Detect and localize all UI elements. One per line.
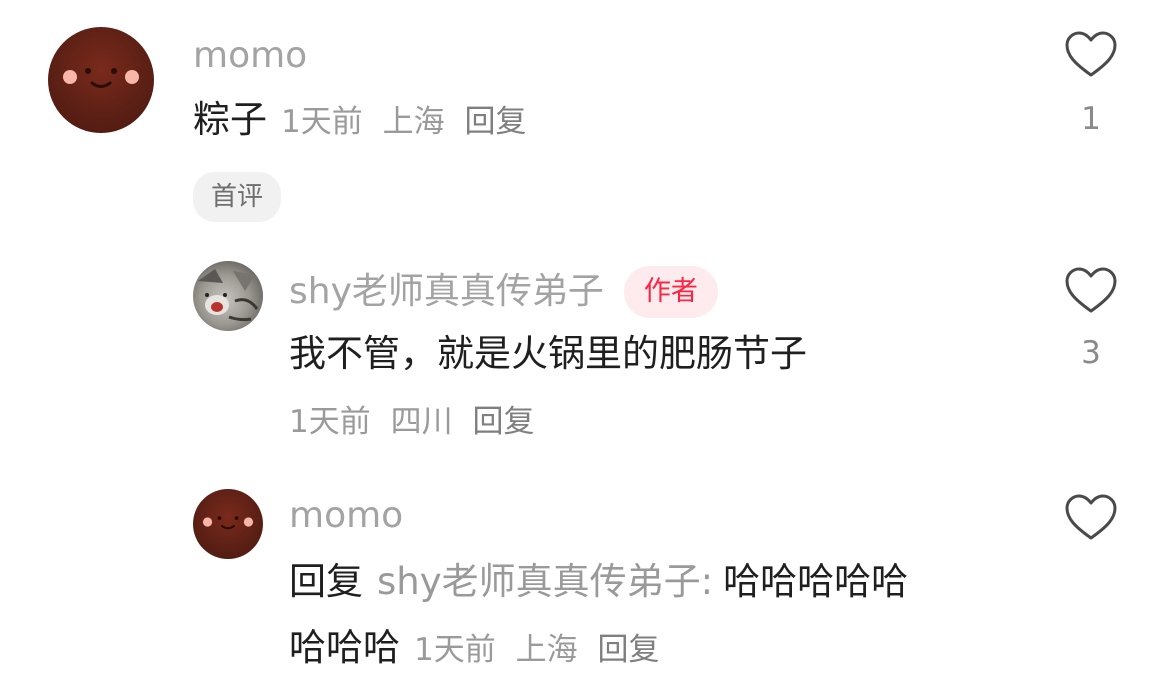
heart-outline-icon bbox=[1065, 267, 1117, 313]
comment-text-line: 哈哈哈 1天前 上海 回复 bbox=[289, 625, 659, 671]
cat-photo-icon bbox=[198, 269, 259, 322]
heart-outline-icon bbox=[1065, 31, 1117, 77]
like-count: 1 bbox=[1081, 101, 1101, 137]
reply-item: shy老师真真传弟子 作者 我不管，就是火锅里的肥肠节子 1天前 四川 回复 3 bbox=[0, 240, 1170, 455]
reply-prefix: 回复 bbox=[289, 560, 363, 603]
username-row: shy老师真真传弟子 作者 bbox=[289, 266, 718, 318]
comment-time: 1天前 bbox=[281, 104, 363, 140]
author-badge: 作者 bbox=[623, 266, 718, 318]
comment-text: 哈哈哈哈哈 bbox=[723, 560, 909, 603]
heart-outline-icon bbox=[1065, 494, 1117, 540]
comment-text: 我不管，就是火锅里的肥肠节子 bbox=[289, 332, 807, 375]
avatar[interactable] bbox=[48, 27, 154, 133]
comment-time: 1天前 bbox=[414, 632, 496, 668]
comment-body-row: 粽子 1天前 上海 回复 bbox=[193, 97, 526, 143]
comment-location: 上海 bbox=[515, 632, 578, 668]
avatar[interactable] bbox=[193, 261, 263, 331]
reply-button[interactable]: 回复 bbox=[464, 104, 526, 140]
comment-text-line: 回复 shy老师真真传弟子: 哈哈哈哈哈 bbox=[289, 559, 908, 605]
smiley-face-icon bbox=[63, 68, 139, 88]
comment-meta: 1天前 四川 回复 bbox=[289, 402, 534, 442]
avatar[interactable] bbox=[193, 489, 263, 559]
comment-meta: 1天前 上海 回复 bbox=[414, 630, 659, 670]
comment-location: 上海 bbox=[382, 104, 445, 140]
comment-time: 1天前 bbox=[289, 404, 371, 440]
comment-text: 粽子 bbox=[193, 98, 267, 141]
like-count: 3 bbox=[1081, 335, 1101, 371]
like-button[interactable] bbox=[1064, 31, 1118, 83]
like-button[interactable] bbox=[1064, 494, 1118, 546]
comment-username[interactable]: shy老师真真传弟子 bbox=[289, 270, 604, 314]
like-button[interactable] bbox=[1064, 267, 1118, 319]
comment-username[interactable]: momo bbox=[289, 494, 403, 538]
first-comment-badge: 首评 bbox=[193, 172, 282, 222]
comment-meta: 1天前 上海 回复 bbox=[281, 102, 526, 142]
comment-location: 四川 bbox=[390, 404, 453, 440]
comment-username[interactable]: momo bbox=[193, 34, 307, 78]
comment-item: momo 粽子 1天前 上海 回复 首评 1 bbox=[0, 0, 1170, 230]
reply-button[interactable]: 回复 bbox=[597, 632, 659, 668]
reply-target-username[interactable]: shy老师真真传弟子: bbox=[377, 559, 713, 605]
smiley-face-icon bbox=[202, 516, 254, 530]
reply-button[interactable]: 回复 bbox=[472, 404, 534, 440]
reply-item: momo 回复 shy老师真真传弟子: 哈哈哈哈哈 哈哈哈 1天前 上海 回复 bbox=[0, 480, 1170, 684]
comment-text: 哈哈哈 bbox=[289, 626, 400, 669]
